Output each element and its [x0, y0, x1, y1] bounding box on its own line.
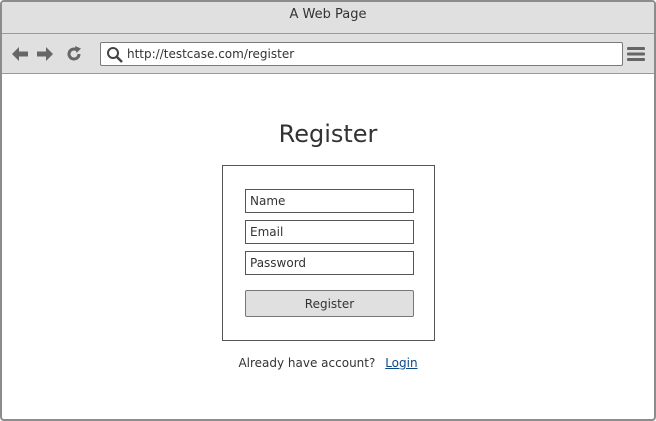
window-title: A Web Page — [2, 2, 654, 34]
login-link[interactable]: Login — [385, 356, 417, 370]
search-icon — [106, 46, 124, 64]
url-input[interactable] — [127, 44, 617, 64]
browser-window: A Web Page http://testcase.com/register … — [0, 0, 656, 421]
password-field[interactable] — [245, 251, 414, 275]
address-bar[interactable] — [100, 42, 623, 66]
reload-icon[interactable] — [64, 44, 84, 64]
arrow-left-icon[interactable] — [10, 44, 30, 64]
hamburger-menu-icon[interactable] — [626, 44, 646, 64]
register-form: Register — [222, 165, 435, 341]
email-field[interactable] — [245, 220, 414, 244]
login-prompt-text: Already have account? — [238, 356, 376, 370]
name-field[interactable] — [245, 189, 414, 213]
browser-toolbar — [2, 34, 654, 74]
register-button[interactable]: Register — [245, 290, 414, 317]
arrow-right-icon[interactable] — [35, 44, 55, 64]
login-prompt: Already have account? Login — [2, 356, 654, 370]
page-title: Register — [278, 120, 378, 148]
